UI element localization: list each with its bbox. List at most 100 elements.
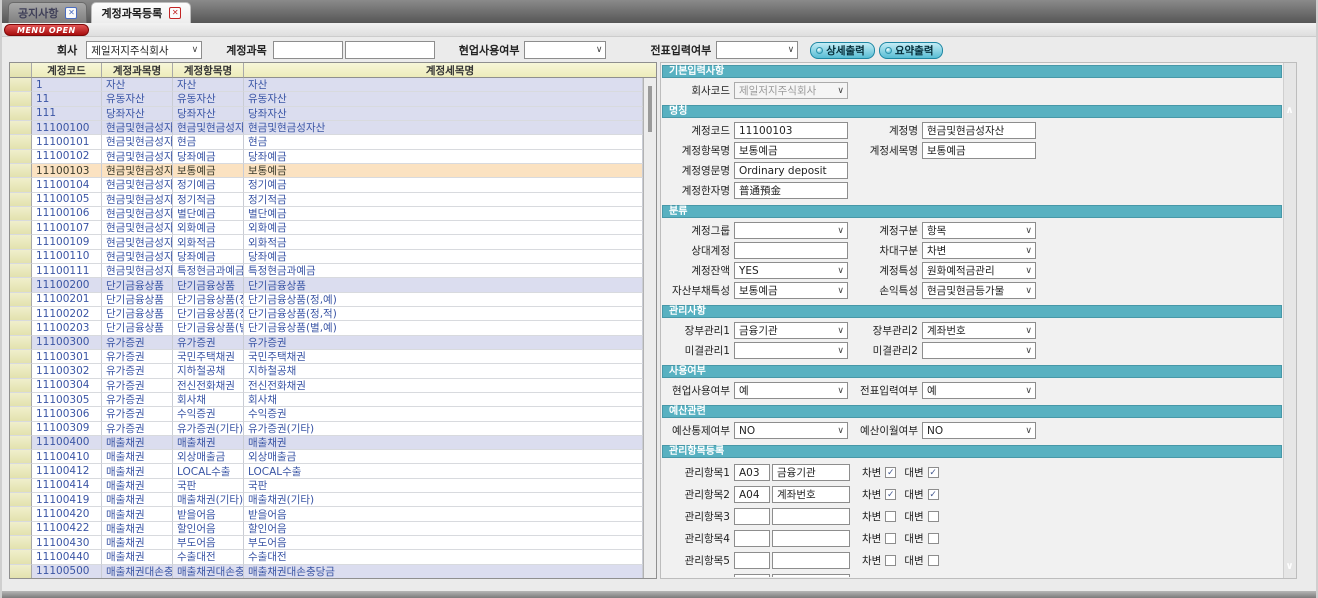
row-selector[interactable] bbox=[10, 522, 32, 536]
table-row[interactable]: 11100101현금및현금성자산현금현금 bbox=[10, 135, 643, 149]
table-row[interactable]: 11100111현금및현금성자산특정현금과예금특정현금과예금 bbox=[10, 264, 643, 278]
row-selector[interactable] bbox=[10, 321, 32, 335]
credit-checkbox[interactable] bbox=[928, 533, 939, 544]
tab-account-registration[interactable]: 계정과목등록 bbox=[91, 2, 191, 23]
table-row[interactable]: 11100203단기금융상품단기금융상품(별,예)단기금융상품(별,예) bbox=[10, 321, 643, 335]
detail-print-button[interactable]: 상세출력 bbox=[810, 42, 875, 59]
row-selector[interactable] bbox=[10, 407, 32, 421]
select[interactable]: 금융기관∨ bbox=[734, 322, 848, 339]
table-row[interactable]: 11유동자산유동자산유동자산 bbox=[10, 92, 643, 106]
row-selector[interactable] bbox=[10, 278, 32, 292]
table-row[interactable]: 11100107현금및현금성자산외화예금외화예금 bbox=[10, 221, 643, 235]
debit-checkbox[interactable] bbox=[885, 555, 896, 566]
table-row[interactable]: 11100419매출채권매출채권(기타)매출채권(기타) bbox=[10, 493, 643, 507]
select[interactable]: 예∨ bbox=[734, 382, 848, 399]
text-input[interactable]: 현금및현금성자산 bbox=[922, 122, 1036, 139]
row-selector[interactable] bbox=[10, 479, 32, 493]
credit-checkbox[interactable]: ✓ bbox=[928, 467, 939, 478]
select[interactable]: ∨ bbox=[922, 342, 1036, 359]
account-name-input[interactable] bbox=[345, 41, 435, 59]
debit-checkbox[interactable] bbox=[885, 533, 896, 544]
select[interactable]: NO∨ bbox=[922, 422, 1036, 439]
table-row[interactable]: 11100102현금및현금성자산당좌예금당좌예금 bbox=[10, 150, 643, 164]
table-row[interactable]: 11100306유가증권수익증권수익증권 bbox=[10, 407, 643, 421]
row-selector[interactable] bbox=[10, 121, 32, 135]
mgmt-name-input[interactable] bbox=[772, 508, 850, 525]
table-row[interactable]: 11100302유가증권지하철공채지하철공채 bbox=[10, 364, 643, 378]
row-selector[interactable] bbox=[10, 393, 32, 407]
row-selector[interactable] bbox=[10, 235, 32, 249]
table-row[interactable]: 11100305유가증권회사채회사채 bbox=[10, 393, 643, 407]
table-row[interactable]: 11100110현금및현금성자산당좌예금당좌예금 bbox=[10, 250, 643, 264]
select[interactable]: 보통예금∨ bbox=[734, 282, 848, 299]
row-selector[interactable] bbox=[10, 493, 32, 507]
select[interactable]: 항목∨ bbox=[922, 222, 1036, 239]
table-row[interactable]: 11100420매출채권받을어음받을어음 bbox=[10, 507, 643, 521]
mgmt-code-input[interactable] bbox=[734, 508, 770, 525]
table-row[interactable]: 11100106현금및현금성자산별단예금별단예금 bbox=[10, 207, 643, 221]
row-selector[interactable] bbox=[10, 78, 32, 92]
row-selector[interactable] bbox=[10, 422, 32, 436]
table-row[interactable]: 11100412매출채권LOCAL수출LOCAL수출 bbox=[10, 464, 643, 478]
scroll-up-icon[interactable]: ∧ bbox=[1284, 105, 1295, 116]
select[interactable]: 계좌번호∨ bbox=[922, 322, 1036, 339]
mgmt-name-input[interactable] bbox=[772, 574, 850, 577]
grid-scrollbar[interactable] bbox=[643, 78, 656, 578]
select[interactable]: 차변∨ bbox=[922, 242, 1036, 259]
row-selector[interactable] bbox=[10, 207, 32, 221]
row-selector[interactable] bbox=[10, 193, 32, 207]
row-selector[interactable] bbox=[10, 92, 32, 106]
row-selector[interactable] bbox=[10, 150, 32, 164]
row-selector[interactable] bbox=[10, 536, 32, 550]
table-row[interactable]: 11100300유가증권유가증권유가증권 bbox=[10, 336, 643, 350]
mgmt-name-input[interactable] bbox=[772, 530, 850, 547]
table-row[interactable]: 11100201단기금융상품단기금융상품(정,예)단기금융상품(정,예) bbox=[10, 293, 643, 307]
text-input[interactable] bbox=[734, 242, 848, 259]
select[interactable]: ∨ bbox=[734, 222, 848, 239]
table-row[interactable]: 11100414매출채권국판국판 bbox=[10, 479, 643, 493]
select[interactable]: 예∨ bbox=[922, 382, 1036, 399]
row-selector[interactable] bbox=[10, 550, 32, 564]
select[interactable]: 제일저지주식회사∨ bbox=[734, 82, 848, 99]
row-selector[interactable] bbox=[10, 507, 32, 521]
mgmt-code-input[interactable] bbox=[734, 530, 770, 547]
row-selector[interactable] bbox=[10, 293, 32, 307]
debit-checkbox[interactable]: ✓ bbox=[885, 467, 896, 478]
text-input[interactable]: 보통예금 bbox=[734, 142, 848, 159]
mgmt-name-input[interactable] bbox=[772, 552, 850, 569]
table-row[interactable]: 11100105현금및현금성자산정기적금정기적금 bbox=[10, 193, 643, 207]
table-row[interactable]: 11100440매출채권수출대전수출대전 bbox=[10, 550, 643, 564]
row-selector[interactable] bbox=[10, 350, 32, 364]
table-row[interactable]: 11100200단기금융상품단기금융상품단기금융상품 bbox=[10, 278, 643, 292]
row-selector[interactable] bbox=[10, 135, 32, 149]
table-row[interactable]: 11100100현금및현금성자산현금및현금성자산현금및현금성자산 bbox=[10, 121, 643, 135]
table-row[interactable]: 11100400매출채권매출채권매출채권 bbox=[10, 436, 643, 450]
summary-print-button[interactable]: 요약출력 bbox=[879, 42, 944, 59]
table-row[interactable]: 111당좌자산당좌자산당좌자산 bbox=[10, 107, 643, 121]
table-row[interactable]: 11100309유가증권유가증권(기타)유가증권(기타) bbox=[10, 422, 643, 436]
field-use-select[interactable]: ∨ bbox=[524, 41, 606, 59]
table-row[interactable]: 1자산자산자산 bbox=[10, 78, 643, 92]
row-selector[interactable] bbox=[10, 450, 32, 464]
table-row[interactable]: 11100304유가증권전신전화채권전신전화채권 bbox=[10, 379, 643, 393]
table-row[interactable]: 11100301유가증권국민주택채권국민주택채권 bbox=[10, 350, 643, 364]
table-row[interactable]: 11100422매출채권할인어음할인어음 bbox=[10, 522, 643, 536]
row-selector[interactable] bbox=[10, 464, 32, 478]
text-input[interactable]: Ordinary deposit bbox=[734, 162, 848, 179]
mgmt-code-input[interactable]: A03 bbox=[734, 464, 770, 481]
slip-input-select[interactable]: ∨ bbox=[716, 41, 798, 59]
mgmt-code-input[interactable]: A04 bbox=[734, 486, 770, 503]
row-selector[interactable] bbox=[10, 164, 32, 178]
credit-checkbox[interactable]: ✓ bbox=[928, 489, 939, 500]
row-selector[interactable] bbox=[10, 436, 32, 450]
company-select[interactable]: 제일저지주식회사 ∨ bbox=[86, 41, 202, 59]
table-row[interactable]: 11100430매출채권부도어음부도어음 bbox=[10, 536, 643, 550]
table-row[interactable]: 11100202단기금융상품단기금융상품(정,적)단기금융상품(정,적) bbox=[10, 307, 643, 321]
select[interactable]: ∨ bbox=[734, 342, 848, 359]
row-selector[interactable] bbox=[10, 307, 32, 321]
text-input[interactable]: 普通預金 bbox=[734, 182, 848, 199]
mgmt-code-input[interactable] bbox=[734, 574, 770, 577]
row-selector[interactable] bbox=[10, 107, 32, 121]
debit-checkbox[interactable]: ✓ bbox=[885, 489, 896, 500]
close-icon[interactable] bbox=[65, 7, 77, 19]
